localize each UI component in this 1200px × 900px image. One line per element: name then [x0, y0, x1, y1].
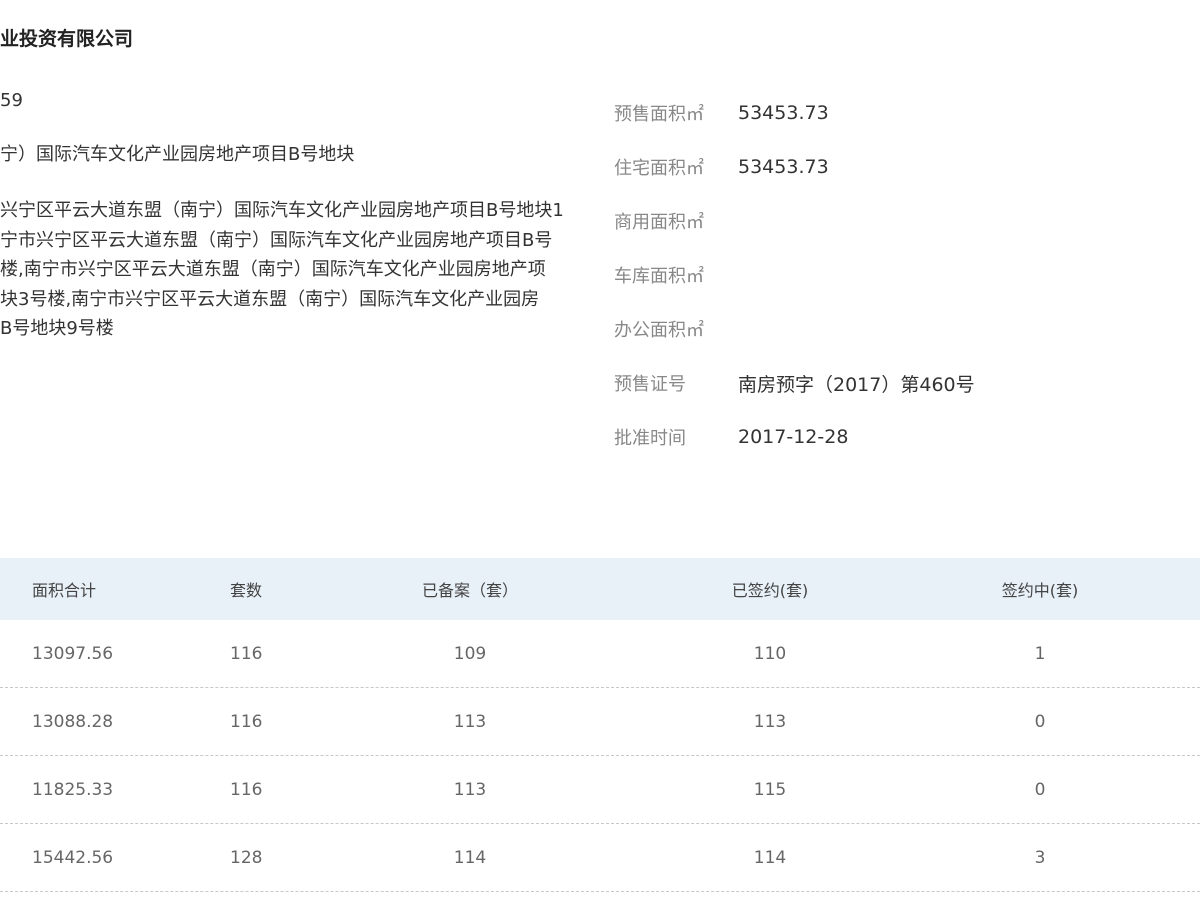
address-line: 楼,南宁市兴宁区平云大道东盟（南宁）国际汽车文化产业园房地产项	[0, 259, 546, 280]
presale-area-row: 预售面积㎡ 53453.73	[614, 86, 1194, 140]
presale-license-row: 预售证号 南房预字（2017）第460号	[614, 356, 1194, 410]
approval-date-label: 批准时间	[614, 428, 686, 449]
table-row: 13088.28 116 113 113 0	[0, 688, 1200, 756]
cell-total-area: 11825.33	[32, 779, 114, 800]
commercial-area-label: 商用面积㎡	[614, 212, 704, 233]
approval-date-row: 批准时间 2017-12-28	[614, 410, 1194, 464]
cell-filed: 113	[453, 711, 487, 732]
presale-area-value: 53453.73	[738, 102, 829, 124]
presale-detail-page: 业投资有限公司 59 宁）国际汽车文化产业园房地产项目B号地块 兴宁区平云大道东…	[0, 0, 1200, 900]
residential-area-row: 住宅面积㎡ 53453.73	[614, 140, 1194, 194]
cell-filed: 109	[453, 643, 487, 664]
table-row: 11825.33 116 113 115 0	[0, 756, 1200, 824]
cell-signed: 115	[753, 779, 787, 800]
cell-units: 116	[230, 643, 263, 664]
garage-area-label: 车库面积㎡	[614, 266, 704, 287]
header-filed: 已备案（套）	[421, 581, 518, 600]
cell-signed: 110	[753, 643, 787, 664]
company-name: 业投资有限公司	[0, 28, 134, 50]
presale-area-label: 预售面积㎡	[614, 104, 704, 125]
project-address: 兴宁区平云大道东盟（南宁）国际汽车文化产业园房地产项目B号地块1 宁市兴宁区平云…	[0, 196, 600, 344]
cell-signed: 114	[753, 847, 787, 868]
area-info-right: 预售面积㎡ 53453.73 住宅面积㎡ 53453.73 商用面积㎡ 车库面积…	[614, 86, 1194, 464]
header-signing: 签约中(套)	[1001, 581, 1079, 600]
cell-filed: 113	[453, 779, 487, 800]
residential-area-label: 住宅面积㎡	[614, 158, 704, 179]
sales-table: 面积合计 套数 已备案（套） 已签约(套) 签约中(套) 13097.56 11…	[0, 558, 1200, 892]
table-row: 15442.56 128 114 114 3	[0, 824, 1200, 892]
project-number: 59	[0, 90, 23, 111]
cell-signing: 0	[1034, 779, 1046, 800]
address-line: 兴宁区平云大道东盟（南宁）国际汽车文化产业园房地产项目B号地块1	[0, 200, 564, 221]
address-line: 块3号楼,南宁市兴宁区平云大道东盟（南宁）国际汽车文化产业园房	[0, 288, 540, 310]
cell-units: 128	[230, 847, 263, 868]
table-header: 面积合计 套数 已备案（套） 已签约(套) 签约中(套)	[0, 558, 1200, 620]
cell-signed: 113	[753, 711, 787, 732]
header-total-area: 面积合计	[32, 581, 97, 600]
cell-filed: 114	[453, 847, 487, 868]
cell-units: 116	[230, 711, 263, 732]
header-signed: 已签约(套)	[731, 581, 809, 600]
cell-total-area: 13097.56	[32, 643, 114, 664]
header-units: 套数	[230, 581, 263, 600]
cell-total-area: 15442.56	[32, 847, 114, 868]
project-info-left: 59 宁）国际汽车文化产业园房地产项目B号地块 兴宁区平云大道东盟（南宁）国际汽…	[0, 86, 600, 344]
address-line: B号地块9号楼	[0, 318, 114, 339]
office-area-row: 办公面积㎡	[614, 302, 1194, 356]
presale-license-value: 南房预字（2017）第460号	[738, 373, 975, 396]
cell-signing: 0	[1034, 711, 1046, 732]
address-line: 宁市兴宁区平云大道东盟（南宁）国际汽车文化产业园房地产项目B号	[0, 229, 553, 251]
presale-license-label: 预售证号	[614, 374, 686, 395]
cell-total-area: 13088.28	[32, 711, 114, 732]
cell-units: 116	[230, 779, 263, 800]
office-area-label: 办公面积㎡	[614, 320, 704, 341]
project-name: 宁）国际汽车文化产业园房地产项目B号地块	[0, 144, 355, 165]
cell-signing: 1	[1034, 643, 1046, 664]
garage-area-row: 车库面积㎡	[614, 248, 1194, 302]
cell-signing: 3	[1034, 847, 1046, 868]
commercial-area-row: 商用面积㎡	[614, 194, 1194, 248]
residential-area-value: 53453.73	[738, 156, 829, 178]
approval-date-value: 2017-12-28	[738, 426, 849, 448]
table-row: 13097.56 116 109 110 1	[0, 620, 1200, 688]
